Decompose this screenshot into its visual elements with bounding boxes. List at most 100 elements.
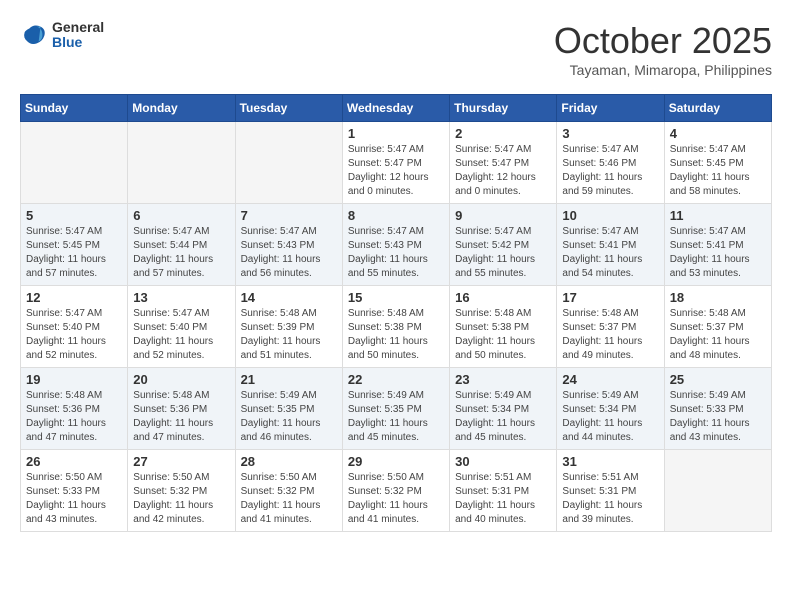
day-info: Sunrise: 5:48 AM Sunset: 5:37 PM Dayligh… (670, 307, 766, 363)
calendar-cell: 23Sunrise: 5:49 AM Sunset: 5:34 PM Dayli… (450, 368, 557, 450)
day-number: 9 (455, 208, 551, 223)
day-number: 29 (348, 454, 444, 469)
calendar-cell: 12 Sunrise: 5:47 AM Sunset: 5:40 PM Dayli… (21, 286, 128, 368)
day-info: Sunrise: 5:47 AM Sunset: 5:43 PM Dayligh… (241, 225, 337, 281)
day-of-week-header: Friday (557, 95, 664, 122)
day-info: Sunrise: 5:47 AM Sunset: 5:45 PM Dayligh… (670, 143, 766, 199)
day-number: 18 (670, 290, 766, 305)
day-number: 5 (26, 208, 122, 223)
day-info: Sunrise: 5:49 AM Sunset: 5:34 PM Dayligh… (562, 389, 658, 445)
day-info: Sunrise: 5:51 AM Sunset: 5:31 PM Dayligh… (455, 471, 551, 527)
calendar-cell: 24Sunrise: 5:49 AM Sunset: 5:34 PM Dayli… (557, 368, 664, 450)
day-number: 4 (670, 126, 766, 141)
calendar-cell: 1Sunrise: 5:47 AM Sunset: 5:47 PM Daylig… (342, 122, 449, 204)
calendar-cell: 8 Sunrise: 5:47 AM Sunset: 5:43 PM Daylig… (342, 204, 449, 286)
day-info: Sunrise: 5:48 AM Sunset: 5:36 PM Dayligh… (133, 389, 229, 445)
day-number: 2 (455, 126, 551, 141)
day-info: Sunrise: 5:49 AM Sunset: 5:35 PM Dayligh… (348, 389, 444, 445)
day-info: Sunrise: 5:50 AM Sunset: 5:32 PM Dayligh… (348, 471, 444, 527)
day-info: Sunrise: 5:47 AM Sunset: 5:41 PM Dayligh… (670, 225, 766, 281)
calendar-cell: 31Sunrise: 5:51 AM Sunset: 5:31 PM Dayli… (557, 450, 664, 532)
logo-icon (20, 21, 48, 49)
day-number: 10 (562, 208, 658, 223)
logo: General Blue (20, 20, 104, 51)
day-number: 27 (133, 454, 229, 469)
day-info: Sunrise: 5:51 AM Sunset: 5:31 PM Dayligh… (562, 471, 658, 527)
day-of-week-header: Monday (128, 95, 235, 122)
calendar-cell: 17Sunrise: 5:48 AM Sunset: 5:37 PM Dayli… (557, 286, 664, 368)
calendar-cell (128, 122, 235, 204)
day-info: Sunrise: 5:48 AM Sunset: 5:38 PM Dayligh… (455, 307, 551, 363)
calendar-cell: 7 Sunrise: 5:47 AM Sunset: 5:43 PM Daylig… (235, 204, 342, 286)
calendar-cell: 26Sunrise: 5:50 AM Sunset: 5:33 PM Dayli… (21, 450, 128, 532)
calendar-cell: 27 Sunrise: 5:50 AM Sunset: 5:32 PM Dayli… (128, 450, 235, 532)
calendar-cell (235, 122, 342, 204)
day-of-week-header: Saturday (664, 95, 771, 122)
calendar-cell: 6Sunrise: 5:47 AM Sunset: 5:44 PM Daylig… (128, 204, 235, 286)
day-info: Sunrise: 5:48 AM Sunset: 5:36 PM Dayligh… (26, 389, 122, 445)
day-number: 8 (348, 208, 444, 223)
day-number: 30 (455, 454, 551, 469)
day-info: Sunrise: 5:49 AM Sunset: 5:33 PM Dayligh… (670, 389, 766, 445)
day-of-week-header: Sunday (21, 95, 128, 122)
calendar-cell: 30 Sunrise: 5:51 AM Sunset: 5:31 PM Dayli… (450, 450, 557, 532)
day-number: 26 (26, 454, 122, 469)
day-number: 16 (455, 290, 551, 305)
calendar-week-row: 19Sunrise: 5:48 AM Sunset: 5:36 PM Dayli… (21, 368, 772, 450)
calendar-cell: 3 Sunrise: 5:47 AM Sunset: 5:46 PM Daylig… (557, 122, 664, 204)
day-info: Sunrise: 5:49 AM Sunset: 5:34 PM Dayligh… (455, 389, 551, 445)
calendar-cell (664, 450, 771, 532)
calendar-cell: 15Sunrise: 5:48 AM Sunset: 5:38 PM Dayli… (342, 286, 449, 368)
month-title: October 2025 (554, 20, 772, 62)
day-info: Sunrise: 5:47 AM Sunset: 5:40 PM Dayligh… (26, 307, 122, 363)
day-of-week-header: Wednesday (342, 95, 449, 122)
calendar-cell: 21 Sunrise: 5:49 AM Sunset: 5:35 PM Dayli… (235, 368, 342, 450)
day-number: 21 (241, 372, 337, 387)
calendar-header-row: SundayMondayTuesdayWednesdayThursdayFrid… (21, 95, 772, 122)
day-info: Sunrise: 5:47 AM Sunset: 5:47 PM Dayligh… (455, 143, 551, 199)
day-number: 22 (348, 372, 444, 387)
day-info: Sunrise: 5:47 AM Sunset: 5:42 PM Dayligh… (455, 225, 551, 281)
day-number: 12 (26, 290, 122, 305)
calendar-cell: 13Sunrise: 5:47 AM Sunset: 5:40 PM Dayli… (128, 286, 235, 368)
day-number: 13 (133, 290, 229, 305)
day-info: Sunrise: 5:49 AM Sunset: 5:35 PM Dayligh… (241, 389, 337, 445)
day-info: Sunrise: 5:48 AM Sunset: 5:37 PM Dayligh… (562, 307, 658, 363)
day-number: 20 (133, 372, 229, 387)
page-header: General Blue October 2025 Tayaman, Mimar… (20, 20, 772, 78)
day-info: Sunrise: 5:47 AM Sunset: 5:45 PM Dayligh… (26, 225, 122, 281)
day-info: Sunrise: 5:47 AM Sunset: 5:44 PM Dayligh… (133, 225, 229, 281)
calendar-week-row: 1 Sunrise: 5:47 AM Sunset: 5:47 PM Daylig… (21, 122, 772, 204)
calendar-cell: 16 Sunrise: 5:48 AM Sunset: 5:38 PM Dayli… (450, 286, 557, 368)
day-info: Sunrise: 5:47 AM Sunset: 5:43 PM Dayligh… (348, 225, 444, 281)
calendar-cell: 5 Sunrise: 5:47 AM Sunset: 5:45 PM Daylig… (21, 204, 128, 286)
location-subtitle: Tayaman, Mimaropa, Philippines (554, 62, 772, 78)
day-info: Sunrise: 5:48 AM Sunset: 5:39 PM Dayligh… (241, 307, 337, 363)
calendar-week-row: 5 Sunrise: 5:47 AM Sunset: 5:45 PM Daylig… (21, 204, 772, 286)
day-number: 14 (241, 290, 337, 305)
day-info: Sunrise: 5:47 AM Sunset: 5:46 PM Dayligh… (562, 143, 658, 199)
calendar-cell (21, 122, 128, 204)
calendar-cell: 19Sunrise: 5:48 AM Sunset: 5:36 PM Dayli… (21, 368, 128, 450)
day-info: Sunrise: 5:50 AM Sunset: 5:32 PM Dayligh… (241, 471, 337, 527)
day-number: 7 (241, 208, 337, 223)
logo-blue-text: Blue (52, 35, 104, 50)
calendar-cell: 18 Sunrise: 5:48 AM Sunset: 5:37 PM Dayli… (664, 286, 771, 368)
day-info: Sunrise: 5:50 AM Sunset: 5:32 PM Dayligh… (133, 471, 229, 527)
calendar-cell: 22 Sunrise: 5:49 AM Sunset: 5:35 PM Dayli… (342, 368, 449, 450)
day-number: 3 (562, 126, 658, 141)
calendar-cell: 29 Sunrise: 5:50 AM Sunset: 5:32 PM Dayli… (342, 450, 449, 532)
day-number: 25 (670, 372, 766, 387)
day-number: 1 (348, 126, 444, 141)
calendar-week-row: 26Sunrise: 5:50 AM Sunset: 5:33 PM Dayli… (21, 450, 772, 532)
calendar-cell: 10Sunrise: 5:47 AM Sunset: 5:41 PM Dayli… (557, 204, 664, 286)
logo-general-text: General (52, 20, 104, 35)
calendar-cell: 11 Sunrise: 5:47 AM Sunset: 5:41 PM Dayli… (664, 204, 771, 286)
calendar-week-row: 12 Sunrise: 5:47 AM Sunset: 5:40 PM Dayli… (21, 286, 772, 368)
calendar-cell: 2 Sunrise: 5:47 AM Sunset: 5:47 PM Daylig… (450, 122, 557, 204)
calendar-cell: 14 Sunrise: 5:48 AM Sunset: 5:39 PM Dayli… (235, 286, 342, 368)
calendar-cell: 4 Sunrise: 5:47 AM Sunset: 5:45 PM Daylig… (664, 122, 771, 204)
day-number: 28 (241, 454, 337, 469)
calendar-cell: 20 Sunrise: 5:48 AM Sunset: 5:36 PM Dayli… (128, 368, 235, 450)
day-number: 11 (670, 208, 766, 223)
